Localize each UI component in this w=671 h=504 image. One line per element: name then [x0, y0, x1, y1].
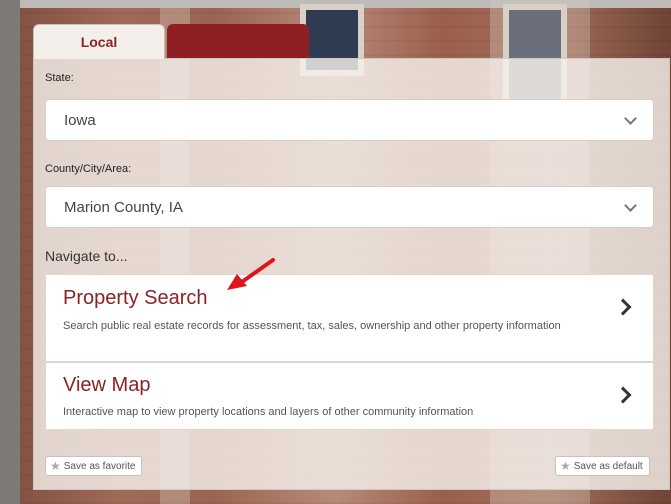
state-select-value: Iowa	[64, 111, 96, 129]
nav-item-view-map[interactable]: View Map Interactive map to view propert…	[45, 362, 654, 430]
save-default-button[interactable]: ★ Save as default	[555, 456, 650, 476]
chevron-down-icon	[624, 112, 637, 125]
star-icon: ★	[560, 459, 571, 473]
nav-item-property-search[interactable]: Property Search Search public real estat…	[45, 274, 654, 362]
county-label: County/City/Area:	[45, 163, 132, 175]
navigate-heading: Navigate to...	[45, 248, 128, 264]
annotation-arrow-icon	[227, 258, 275, 290]
tab-local[interactable]: Local	[33, 24, 165, 59]
chevron-down-icon	[624, 199, 637, 212]
nav-item-description: Search public real estate records for as…	[63, 320, 561, 332]
county-select[interactable]: Marion County, IA	[45, 186, 654, 228]
save-default-label: Save as default	[573, 460, 643, 472]
nav-item-title: Property Search	[63, 287, 208, 309]
save-favorite-button[interactable]: ★ Save as favorite	[45, 456, 143, 476]
state-label: State:	[45, 72, 74, 84]
nav-item-description: Interactive map to view property locatio…	[63, 406, 474, 418]
star-icon: ★	[50, 459, 61, 473]
save-favorite-label: Save as favorite	[63, 460, 136, 472]
window-shadow-left	[0, 0, 20, 504]
county-select-value: Marion County, IA	[64, 198, 183, 216]
chevron-right-icon	[614, 298, 632, 316]
nav-item-title: View Map	[63, 374, 151, 396]
state-select[interactable]: Iowa	[45, 99, 654, 141]
tab-local-label: Local	[80, 34, 118, 50]
tab-secondary[interactable]	[167, 24, 309, 58]
chevron-right-icon	[614, 386, 632, 404]
